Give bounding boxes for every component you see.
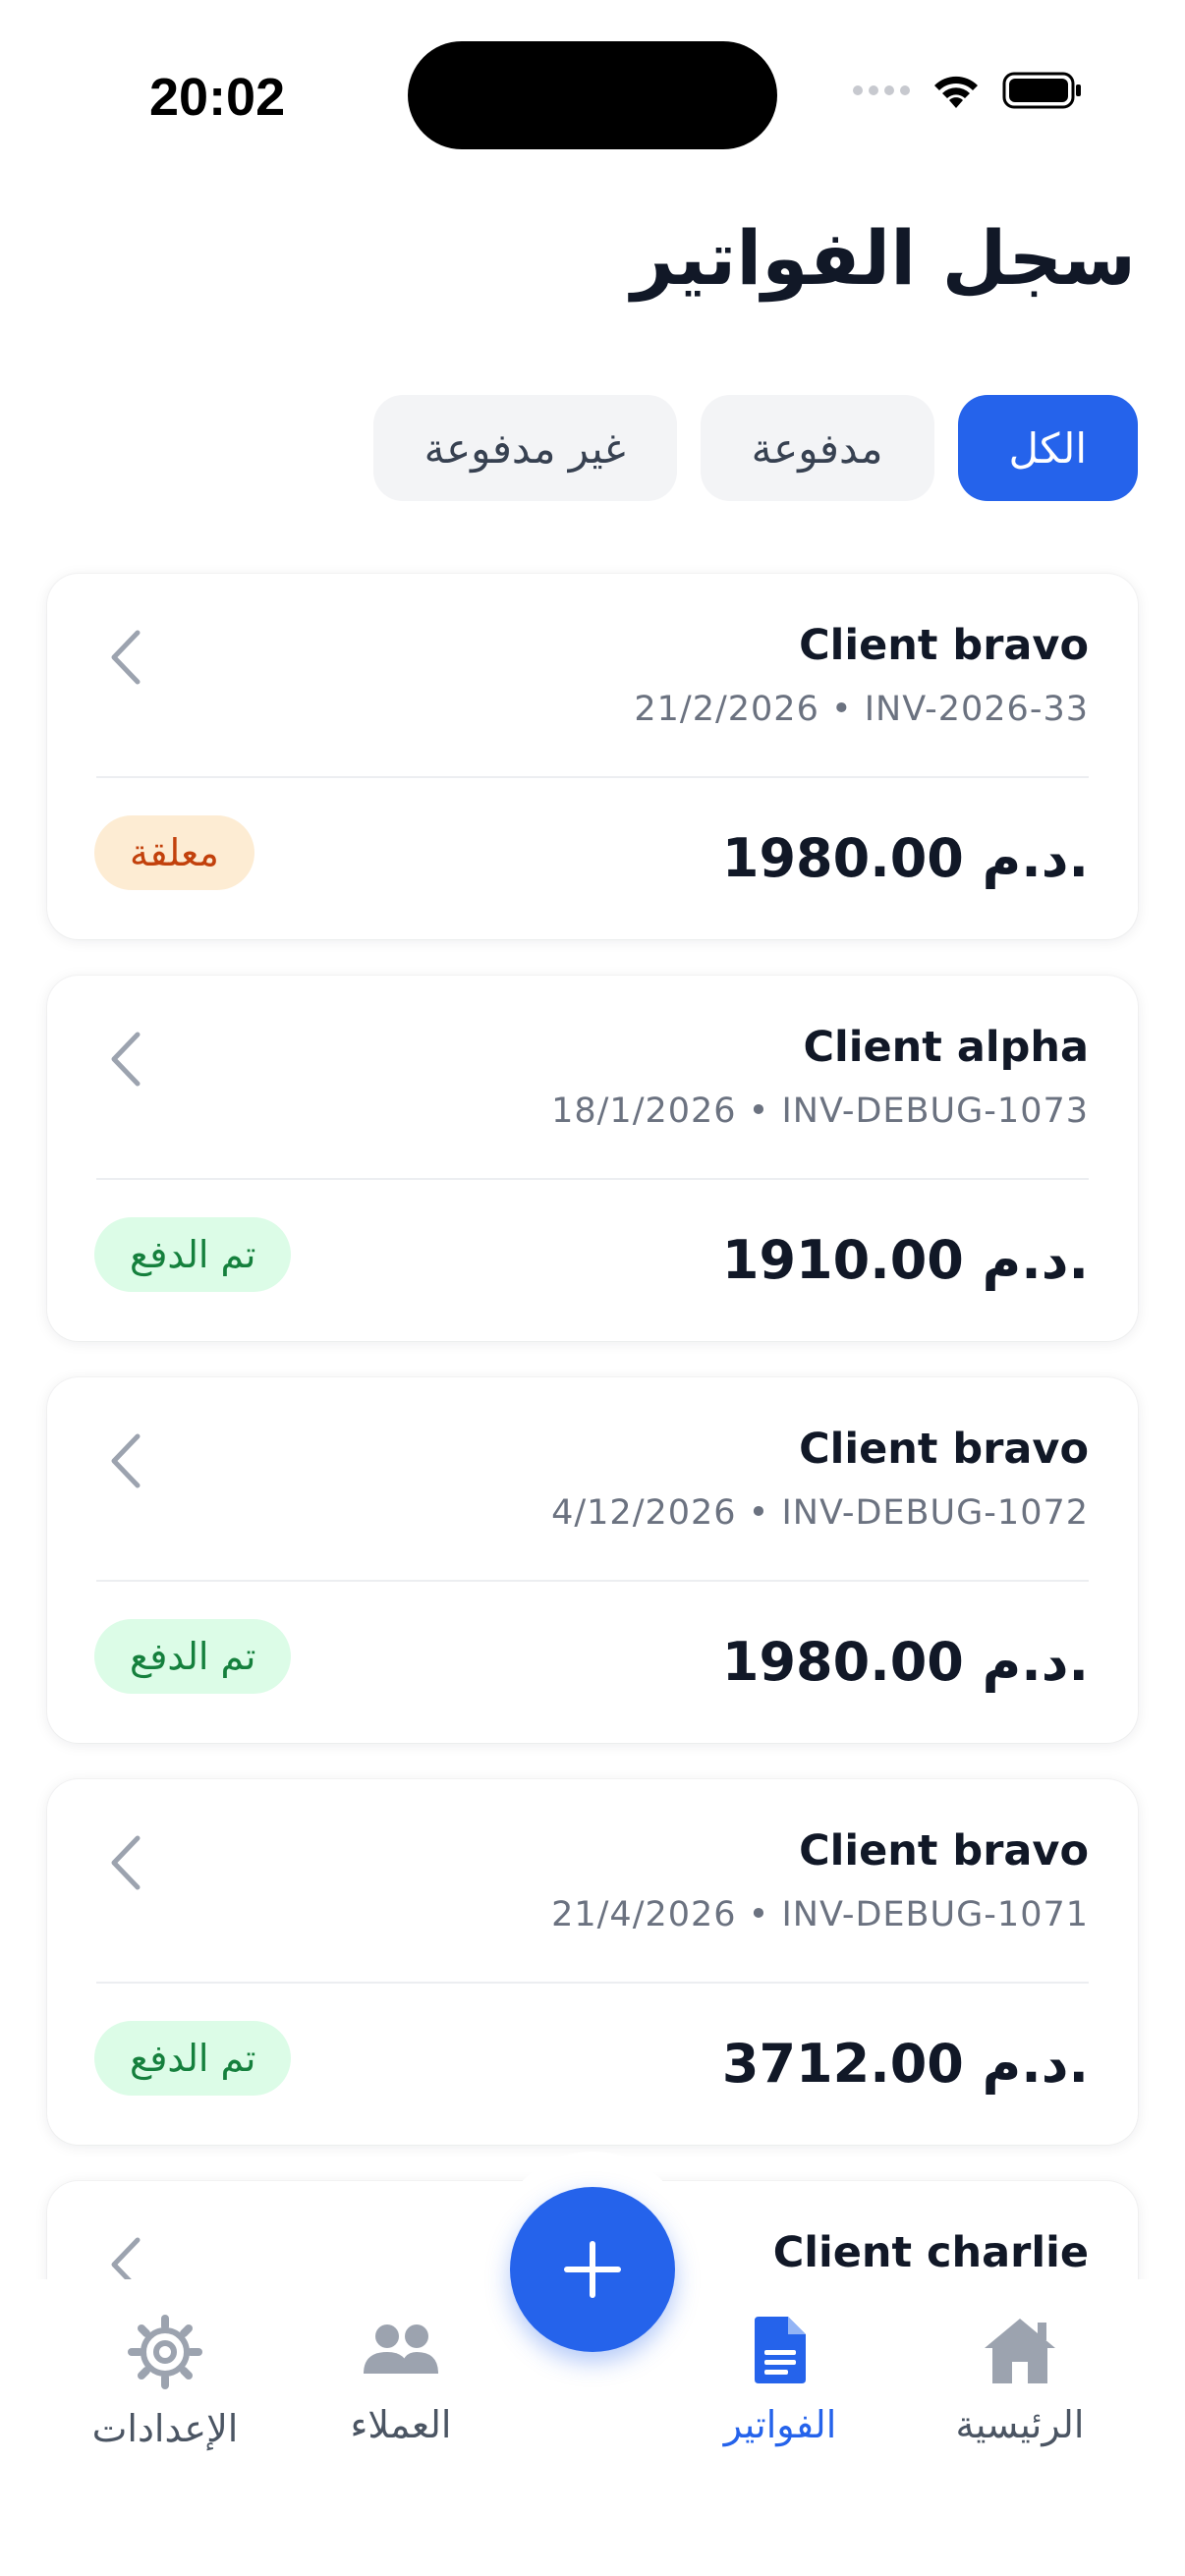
nav-label-settings: الإعدادات: [91, 2407, 239, 2450]
tab-all[interactable]: الكل: [957, 395, 1138, 501]
status-badge: معلقة: [94, 815, 254, 890]
nav-item-clients[interactable]: العملاء: [303, 2315, 499, 2446]
invoice-meta: 18/1/2026 • INV-DEBUG-1073: [551, 1092, 1089, 1131]
document-icon: [755, 2317, 806, 2383]
chevron-left-icon: [111, 1433, 141, 1488]
card-divider: [96, 1982, 1089, 1984]
status-badge: تم الدفع: [94, 1619, 292, 1694]
filter-tabs: الكل مدفوعة غير مدفوعة: [372, 395, 1138, 501]
add-invoice-button[interactable]: [510, 2187, 675, 2352]
status-icons: [853, 71, 1083, 110]
card-divider: [96, 1178, 1089, 1180]
nav-item-settings[interactable]: الإعدادات: [67, 2315, 263, 2450]
nav-item-invoices[interactable]: الفواتير: [682, 2315, 878, 2446]
invoice-amount: 1980.00 د.م.: [721, 827, 1089, 889]
dynamic-island: [408, 41, 777, 149]
wifi-icon: [934, 76, 978, 108]
invoice-amount: 1910.00 د.م.: [721, 1229, 1089, 1291]
invoice-meta: 21/2/2026 • INV-2026-33: [634, 690, 1089, 729]
chevron-left-icon: [111, 1835, 141, 1890]
invoice-card[interactable]: Client bravo 21/4/2026 • INV-DEBUG-1071 …: [47, 1779, 1138, 2145]
card-divider: [96, 776, 1089, 778]
invoice-meta: 21/4/2026 • INV-DEBUG-1071: [551, 1895, 1089, 1934]
home-icon: [985, 2319, 1055, 2383]
invoice-amount: 1980.00 د.م.: [721, 1631, 1089, 1693]
chevron-left-icon: [111, 1032, 141, 1087]
invoice-card[interactable]: Client alpha 18/1/2026 • INV-DEBUG-1073 …: [47, 976, 1138, 1341]
invoice-card[interactable]: Client bravo 4/12/2026 • INV-DEBUG-1072 …: [47, 1377, 1138, 1743]
invoice-client-name: Client bravo: [799, 1425, 1089, 1474]
plus-icon: [564, 2241, 621, 2298]
invoice-client-name: Client charlie: [772, 2228, 1089, 2277]
invoice-card[interactable]: Client bravo 21/2/2026 • INV-2026-33 198…: [47, 574, 1138, 939]
status-badge: تم الدفع: [94, 1217, 292, 1292]
invoice-amount: 3712.00 د.م.: [721, 2033, 1089, 2095]
chevron-left-icon: [111, 630, 141, 685]
invoice-meta: 4/12/2026 • INV-DEBUG-1072: [551, 1493, 1089, 1533]
status-badge: تم الدفع: [94, 2021, 292, 2096]
gear-icon: [128, 2315, 202, 2389]
status-time: 20:02: [149, 68, 286, 127]
battery-icon: [1002, 72, 1081, 109]
invoice-client-name: Client alpha: [803, 1023, 1089, 1072]
users-icon: [364, 2324, 438, 2374]
tab-paid[interactable]: مدفوعة: [700, 395, 934, 501]
page-title: سجل الفواتير: [631, 214, 1136, 302]
invoice-client-name: Client bravo: [799, 621, 1089, 670]
cellular-signal-icon: [853, 85, 910, 95]
nav-item-home[interactable]: الرئيسية: [922, 2315, 1118, 2446]
tab-unpaid[interactable]: غير مدفوعة: [372, 395, 677, 501]
nav-label-invoices: الفواتير: [723, 2403, 837, 2446]
invoice-client-name: Client bravo: [799, 1826, 1089, 1876]
nav-label-clients: العملاء: [350, 2403, 452, 2446]
nav-label-home: الرئيسية: [955, 2403, 1085, 2446]
card-divider: [96, 1580, 1089, 1582]
